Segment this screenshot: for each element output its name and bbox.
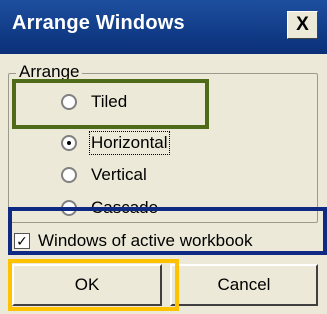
radio-label-cascade: Cascade bbox=[91, 198, 159, 217]
close-button[interactable]: X bbox=[287, 11, 318, 39]
arrange-group-label: Arrange bbox=[16, 62, 83, 82]
arrange-windows-dialog: Arrange Windows X Arrange Tiled Horizont… bbox=[0, 0, 327, 314]
radio-option-vertical[interactable]: Vertical bbox=[61, 162, 147, 188]
active-workbook-checkbox-row[interactable]: ✓ Windows of active workbook bbox=[14, 228, 252, 254]
active-workbook-checkbox-label: Windows of active workbook bbox=[38, 231, 253, 250]
radio-button-horizontal[interactable] bbox=[61, 135, 77, 151]
dialog-title: Arrange Windows bbox=[12, 12, 185, 34]
radio-button-tiled[interactable] bbox=[61, 94, 77, 110]
radio-label-vertical: Vertical bbox=[91, 165, 147, 184]
radio-button-cascade[interactable] bbox=[61, 200, 77, 216]
radio-label-horizontal: Horizontal bbox=[89, 131, 170, 155]
title-bar[interactable]: Arrange Windows X bbox=[0, 0, 327, 54]
active-workbook-checkbox[interactable]: ✓ bbox=[14, 233, 30, 249]
radio-option-cascade[interactable]: Cascade bbox=[61, 195, 158, 221]
cancel-button[interactable]: Cancel bbox=[170, 264, 318, 306]
ok-button[interactable]: OK bbox=[12, 264, 162, 306]
radio-option-tiled[interactable]: Tiled bbox=[61, 89, 127, 115]
radio-button-vertical[interactable] bbox=[61, 167, 77, 183]
radio-label-tiled: Tiled bbox=[91, 92, 128, 111]
close-icon: X bbox=[296, 14, 309, 35]
radio-option-horizontal[interactable]: Horizontal bbox=[61, 130, 170, 156]
